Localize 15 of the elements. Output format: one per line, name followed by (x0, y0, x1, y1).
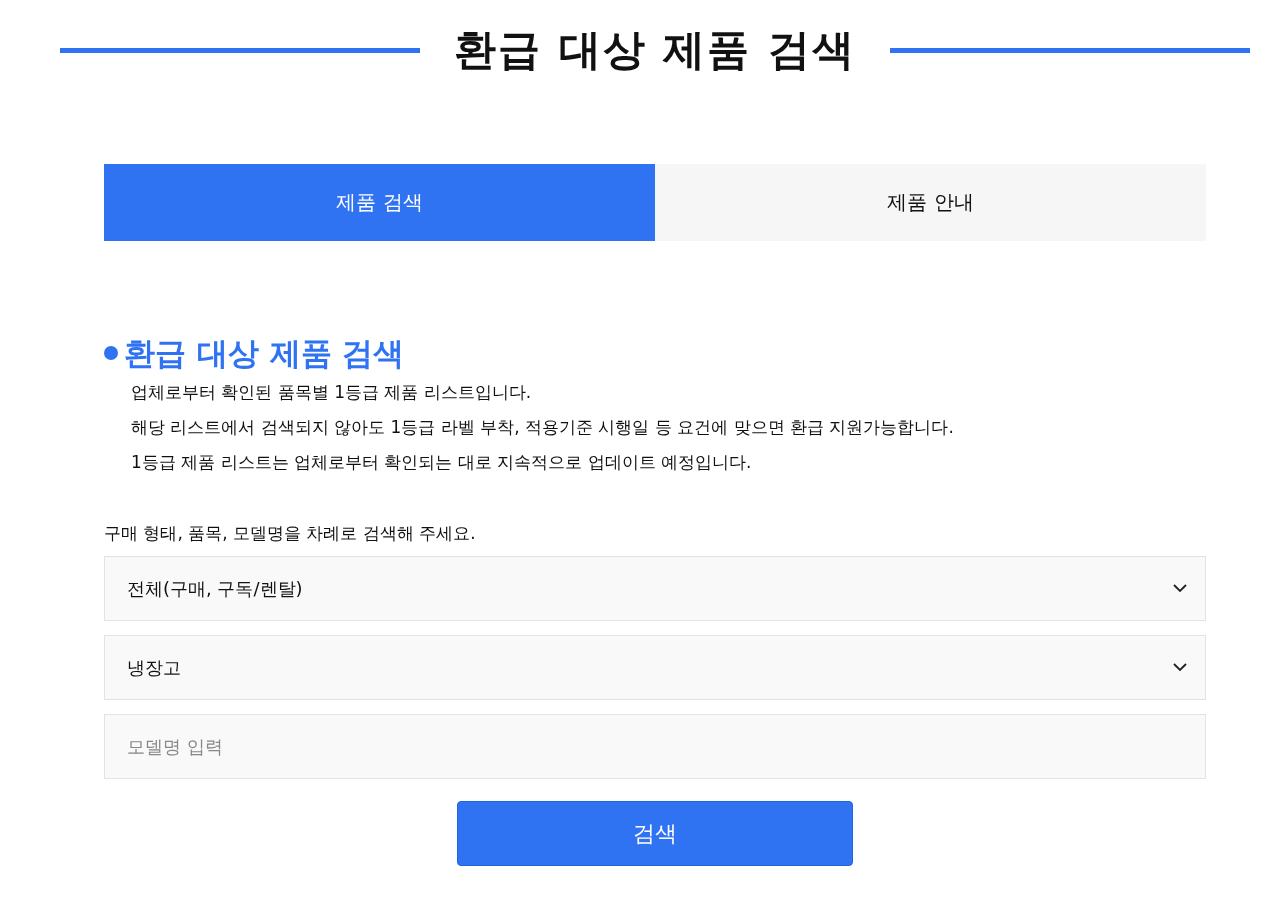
info-text: 업체로부터 확인된 품목별 1등급 제품 리스트입니다. (131, 381, 533, 404)
chevron-down-icon (1173, 663, 1187, 672)
chevron-down-icon (1173, 584, 1187, 593)
page-title: 환급 대상 제품 검색 (453, 24, 857, 76)
section-heading: 환급 대상 제품 검색 (124, 334, 405, 373)
dropdown[interactable]: 냉장고 (104, 635, 1206, 700)
model-input-field[interactable]: 모델명 입력 (104, 714, 1206, 779)
tab[interactable]: 제품 안내 (655, 164, 1206, 241)
tab[interactable]: 제품 검색 (104, 164, 655, 241)
info-text: 해당 리스트에서 검색되지 않아도 1등급 라벨 부착, 적용기준 시행일 등 요건에 맞으면 환급 지원가능합니다. (131, 416, 955, 439)
search-button[interactable]: 검색 (457, 801, 853, 866)
info-text: 1등급 제품 리스트는 업체로부터 확인되는 대로 지속적으로 업데이트 예정입니다. (131, 451, 753, 474)
bullet-icon (104, 346, 118, 360)
dropdown[interactable]: 전체(구매, 구독/렌탈) (104, 556, 1206, 621)
instruction-text: 구매 형태, 품목, 모델명을 차례로 검색해 주세요. (104, 522, 477, 545)
